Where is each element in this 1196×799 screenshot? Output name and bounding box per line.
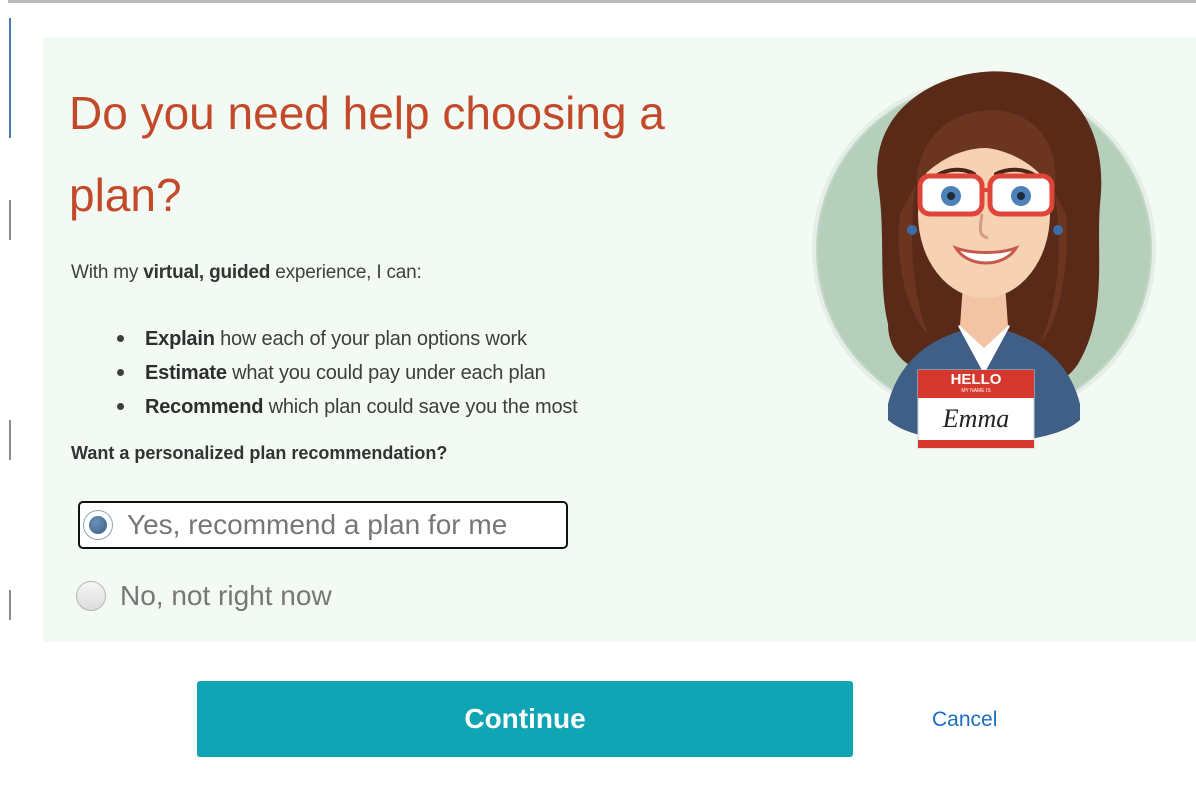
radio-yes[interactable]: [83, 510, 113, 540]
badge-subtext: MY NAME IS: [961, 388, 991, 394]
bullet-bold: Recommend: [145, 396, 264, 418]
list-item: Recommend which plan could save you the …: [117, 390, 578, 424]
avatar-icon: [812, 71, 1156, 449]
bullet-bold: Estimate: [145, 362, 227, 384]
avatar-illustration: HELLO MY NAME IS Emma: [808, 64, 1164, 454]
intro-suffix: experience, I can:: [270, 262, 422, 283]
window-left-border: [0, 0, 11, 799]
option-no-not-now[interactable]: No, not right now: [76, 580, 332, 612]
option-yes-recommend[interactable]: Yes, recommend a plan for me: [78, 501, 568, 549]
badge-hello: HELLO: [950, 371, 1002, 388]
capability-list: Explain how each of your plan options wo…: [117, 322, 578, 424]
list-item: Estimate what you could pay under each p…: [117, 356, 578, 390]
bullet-text: what you could pay under each plan: [226, 362, 546, 384]
option-no-label[interactable]: No, not right now: [120, 580, 332, 612]
bullet-text: how each of your plan options work: [214, 328, 527, 350]
intro-prefix: With my: [71, 262, 144, 283]
intro-bold: virtual, guided: [143, 262, 271, 283]
bullet-bold: Explain: [145, 328, 215, 350]
bullet-text: which plan could save you the most: [263, 396, 578, 418]
window-top-border: [0, 0, 1196, 3]
bullet-icon: [117, 403, 124, 410]
cancel-link[interactable]: Cancel: [932, 708, 997, 732]
dialog-frame: Do you need help choosing a plan? With m…: [0, 0, 1196, 799]
option-yes-label[interactable]: Yes, recommend a plan for me: [127, 509, 507, 541]
bullet-icon: [117, 335, 124, 342]
continue-button[interactable]: Continue: [197, 681, 853, 757]
dialog-title: Do you need help choosing a plan?: [69, 87, 665, 221]
badge-name: Emma: [942, 404, 1010, 433]
radio-no[interactable]: [76, 581, 106, 611]
intro-text: With my virtual, guided experience, I ca…: [71, 262, 422, 284]
recommendation-question: Want a personalized plan recommendation?: [71, 443, 448, 463]
list-item: Explain how each of your plan options wo…: [117, 322, 578, 356]
bullet-icon: [117, 369, 124, 376]
